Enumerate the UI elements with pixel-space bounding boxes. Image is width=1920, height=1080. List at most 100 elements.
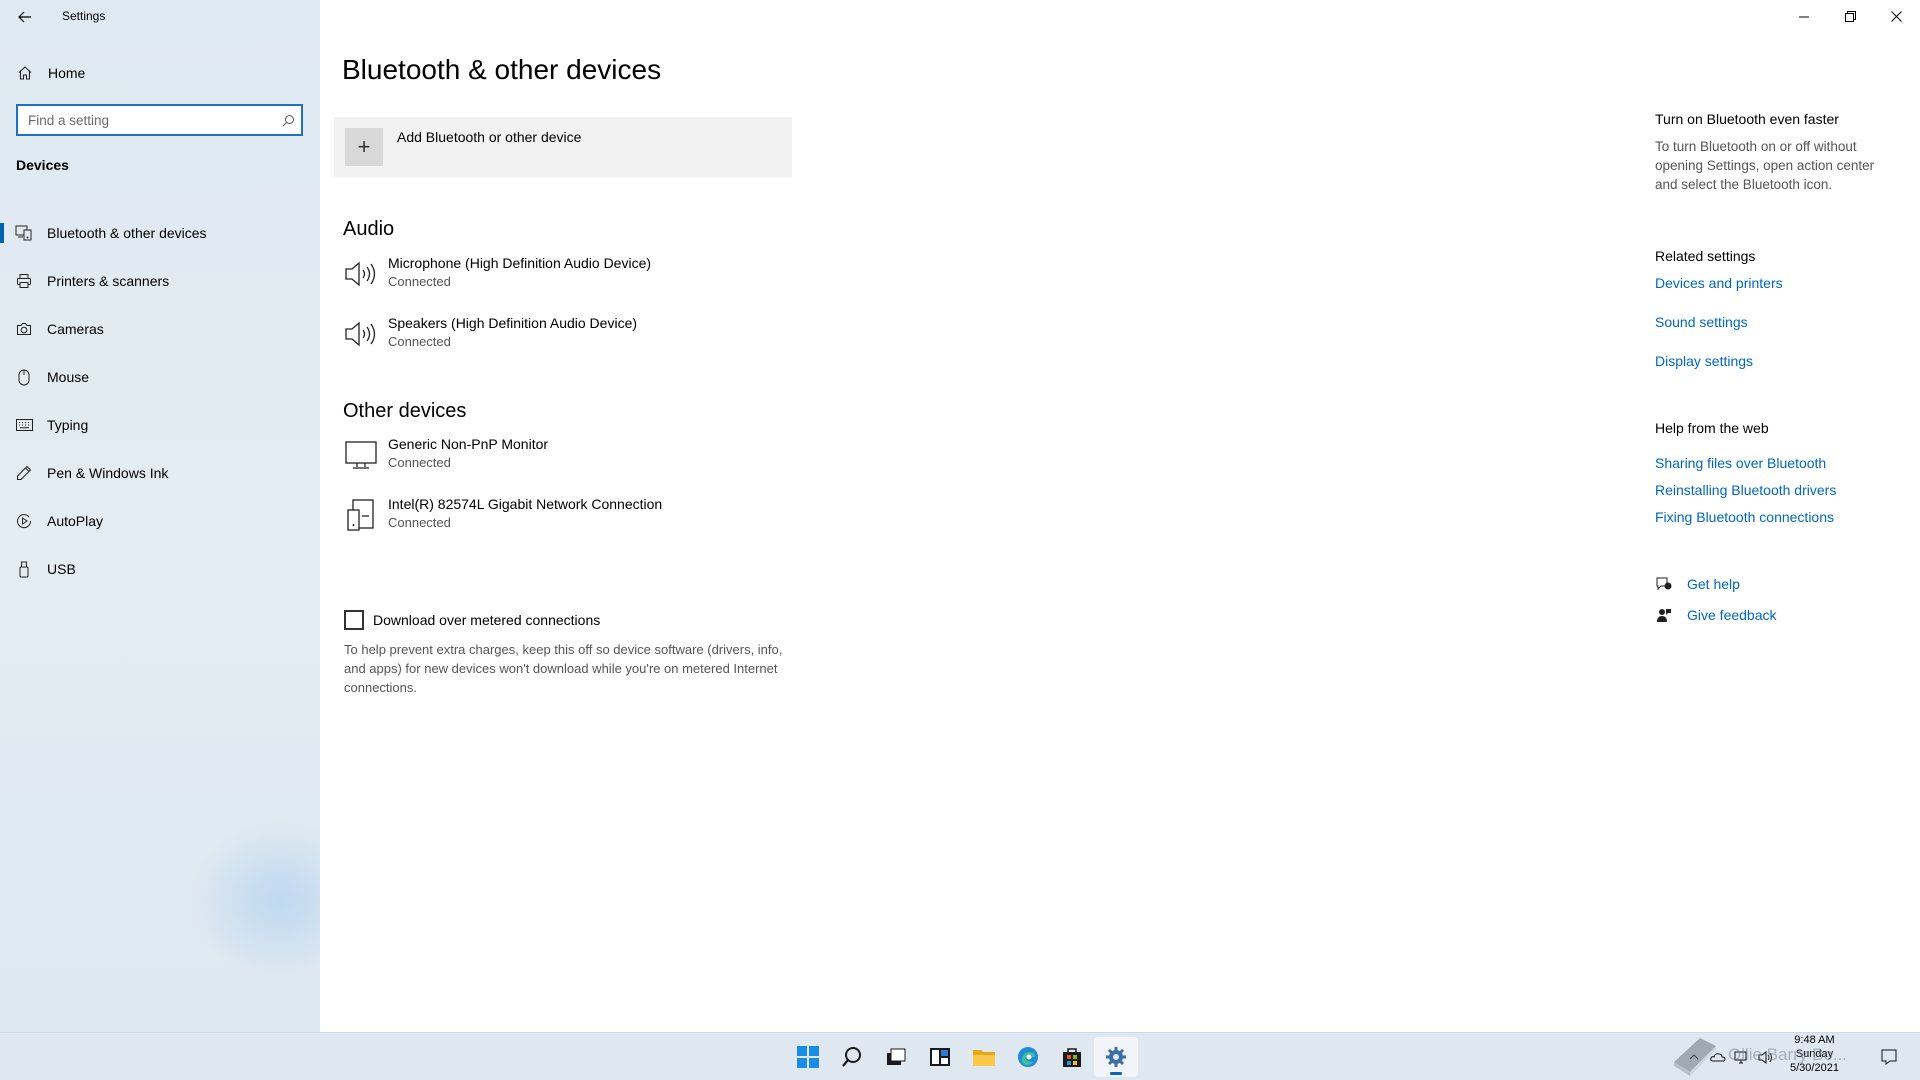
minimize-button[interactable] <box>1781 0 1827 32</box>
speaker-icon <box>342 255 380 293</box>
taskbar-search-button[interactable] <box>830 1033 874 1080</box>
autoplay-icon <box>15 512 33 530</box>
get-help-link[interactable]: Get help <box>1655 575 1740 593</box>
device-name: Generic Non-PnP Monitor <box>388 436 549 452</box>
get-help-label: Get help <box>1687 576 1740 592</box>
other-devices-heading: Other devices <box>343 400 467 422</box>
device-microphone[interactable]: Microphone (High Definition Audio Device… <box>342 253 762 301</box>
minimize-icon <box>1798 16 1809 17</box>
taskbar: 9:48 AM Sunday 5/30/2021 <box>0 1032 1920 1080</box>
add-device-label: Add Bluetooth or other device <box>397 129 582 145</box>
notification-icon <box>1881 1049 1897 1065</box>
device-status: Connected <box>388 515 451 530</box>
bluetooth-devices-icon <box>15 224 33 242</box>
device-network[interactable]: Intel(R) 82574L Gigabit Network Connecti… <box>342 494 762 542</box>
feedback-icon <box>1655 606 1673 624</box>
metered-connections-option: Download over metered connections <box>344 610 600 630</box>
network-device-icon <box>342 496 380 534</box>
tray-chevron-icon[interactable] <box>1682 1033 1706 1080</box>
device-speakers[interactable]: Speakers (High Definition Audio Device) … <box>342 313 762 361</box>
settings-taskbar-button[interactable] <box>1094 1037 1138 1077</box>
start-button[interactable] <box>786 1033 830 1080</box>
sidebar-item-home[interactable]: Home <box>0 58 320 88</box>
sidebar-item-printers[interactable]: Printers & scanners <box>0 257 320 305</box>
task-view-icon <box>887 1048 906 1065</box>
home-icon <box>16 64 34 82</box>
search-icon <box>842 1047 861 1067</box>
sidebar-item-bluetooth[interactable]: Bluetooth & other devices <box>0 209 320 257</box>
related-settings-heading: Related settings <box>1655 248 1756 264</box>
sidebar-item-label: USB <box>47 561 76 577</box>
sidebar-item-label: Printers & scanners <box>47 273 170 289</box>
add-device-button[interactable]: + Add Bluetooth or other device <box>334 117 792 177</box>
sidebar-item-mouse[interactable]: Mouse <box>0 353 320 401</box>
store-button[interactable] <box>1050 1033 1094 1080</box>
widgets-button[interactable] <box>918 1033 962 1080</box>
metered-checkbox[interactable] <box>344 610 364 630</box>
close-button[interactable] <box>1873 0 1919 32</box>
clock-day: Sunday <box>1795 1048 1834 1060</box>
give-feedback-link[interactable]: Give feedback <box>1655 606 1777 624</box>
windows-logo-icon <box>797 1046 819 1068</box>
network-icon[interactable] <box>1730 1033 1754 1080</box>
onedrive-icon[interactable] <box>1706 1033 1730 1080</box>
link-display-settings[interactable]: Display settings <box>1655 353 1753 369</box>
printer-icon <box>15 272 33 290</box>
folder-icon <box>973 1050 995 1066</box>
link-devices-and-printers[interactable]: Devices and printers <box>1655 275 1783 291</box>
monitor-icon <box>342 436 380 474</box>
sidebar-item-usb[interactable]: USB <box>0 545 320 593</box>
sidebar-item-label: Pen & Windows Ink <box>47 465 169 481</box>
metered-label: Download over metered connections <box>373 612 601 628</box>
volume-icon[interactable] <box>1754 1033 1778 1080</box>
widgets-icon <box>930 1048 950 1066</box>
metered-description: To help prevent extra charges, keep this… <box>344 642 783 695</box>
sidebar-glow <box>190 820 320 980</box>
clock[interactable]: 9:48 AM Sunday 5/30/2021 <box>1790 1033 1839 1075</box>
keyboard-icon <box>15 416 33 434</box>
sidebar-item-pen[interactable]: Pen & Windows Ink <box>0 449 320 497</box>
edge-browser-button[interactable] <box>1006 1033 1050 1080</box>
app-title: Settings <box>62 9 106 23</box>
clock-date: 5/30/2021 <box>1790 1062 1839 1074</box>
speaker-icon <box>342 315 380 353</box>
sidebar-item-label: Typing <box>47 417 89 433</box>
usb-icon <box>15 560 33 578</box>
file-explorer-button[interactable] <box>962 1033 1006 1080</box>
sidebar-item-label: Bluetooth & other devices <box>47 225 207 241</box>
link-reinstalling-drivers[interactable]: Reinstalling Bluetooth drivers <box>1655 482 1836 498</box>
device-monitor[interactable]: Generic Non-PnP Monitor Connected <box>342 434 762 482</box>
sidebar-item-label: AutoPlay <box>47 513 104 529</box>
restore-button[interactable] <box>1827 0 1873 32</box>
notification-center-button[interactable] <box>1874 1033 1904 1080</box>
home-label: Home <box>48 65 86 81</box>
sidebar-item-label: Mouse <box>47 369 90 385</box>
task-view-button[interactable] <box>874 1033 918 1080</box>
gear-icon <box>1106 1047 1126 1067</box>
system-tray <box>1682 1033 1778 1080</box>
mouse-icon <box>15 368 33 386</box>
back-arrow-icon <box>18 11 31 23</box>
device-status: Connected <box>388 334 451 349</box>
taskbar-apps <box>786 1033 1138 1080</box>
sidebar: Settings Home Devices Bluetooth & other … <box>0 0 320 1032</box>
give-feedback-label: Give feedback <box>1687 607 1777 623</box>
store-icon <box>1063 1048 1081 1067</box>
restore-icon <box>1844 10 1856 22</box>
device-name: Microphone (High Definition Audio Device… <box>388 255 652 271</box>
edge-icon <box>1018 1047 1038 1067</box>
link-sharing-files[interactable]: Sharing files over Bluetooth <box>1655 455 1826 471</box>
section-title: Devices <box>16 157 69 173</box>
sidebar-nav: Bluetooth & other devices Printers & sca… <box>0 209 320 593</box>
sidebar-item-autoplay[interactable]: AutoPlay <box>0 497 320 545</box>
search-icon[interactable] <box>275 114 301 127</box>
link-sound-settings[interactable]: Sound settings <box>1655 314 1748 330</box>
sidebar-item-label: Cameras <box>47 321 104 337</box>
link-fixing-connections[interactable]: Fixing Bluetooth connections <box>1655 509 1834 525</box>
sidebar-item-typing[interactable]: Typing <box>0 401 320 449</box>
sidebar-item-cameras[interactable]: Cameras <box>0 305 320 353</box>
search-input[interactable] <box>18 106 275 134</box>
back-button[interactable] <box>10 4 40 30</box>
help-heading: Help from the web <box>1655 420 1769 436</box>
camera-icon <box>15 320 33 338</box>
